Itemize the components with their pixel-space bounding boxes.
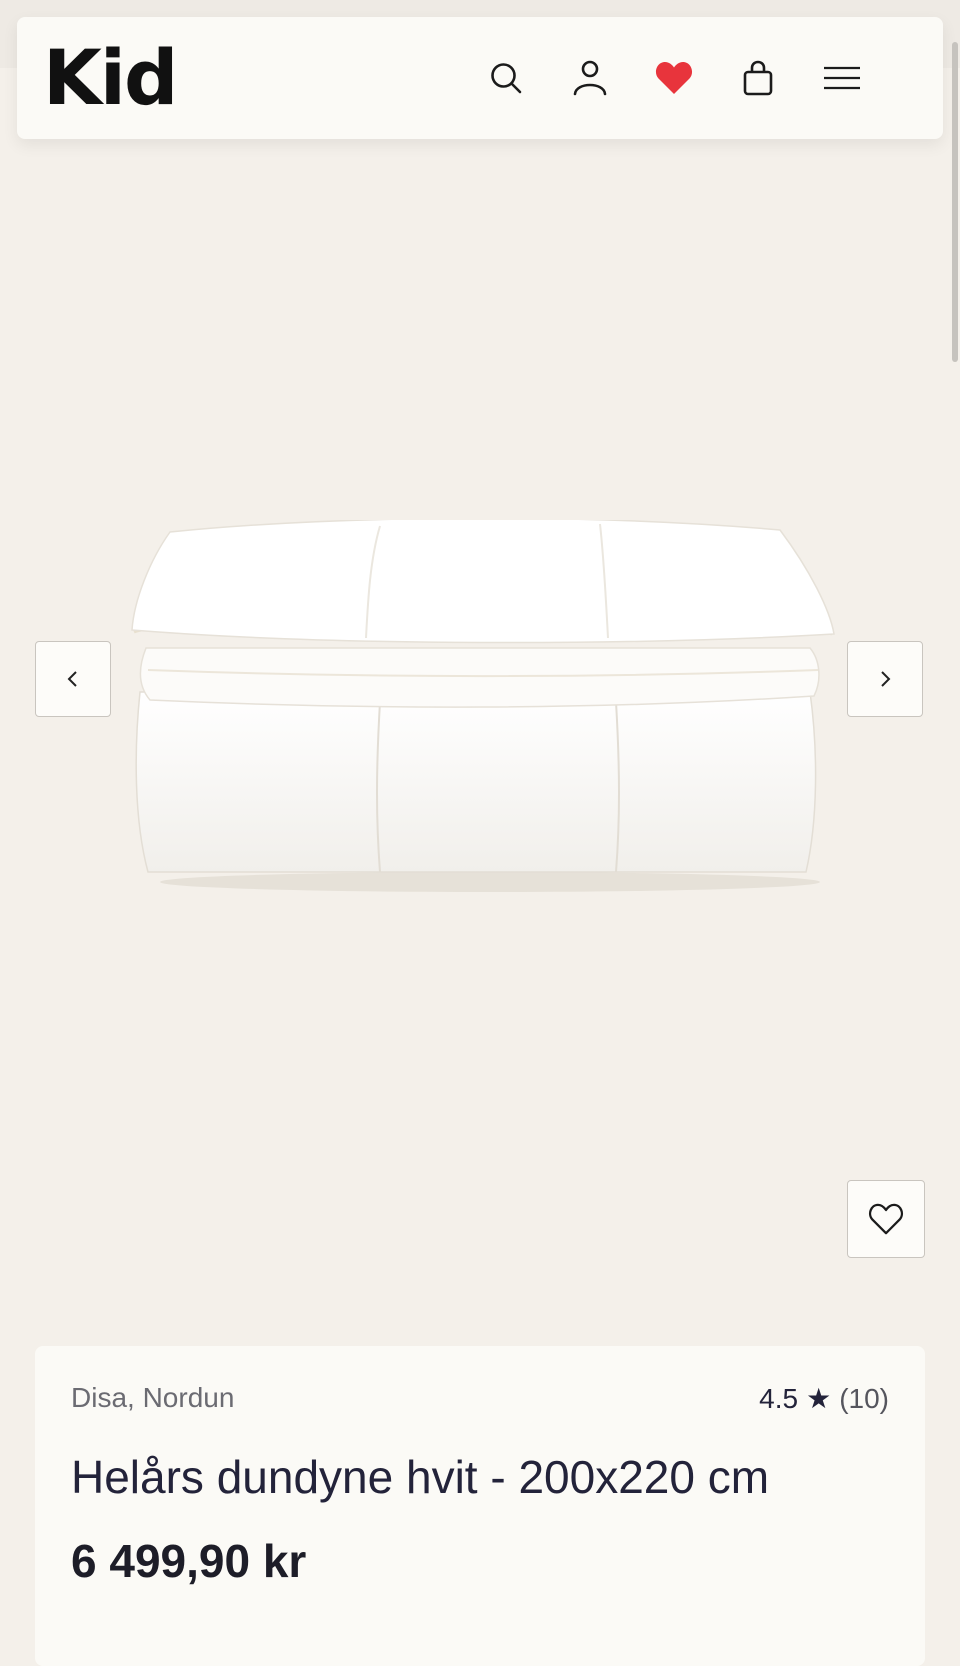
prev-image-button[interactable]: [35, 641, 111, 717]
menu-icon[interactable]: [821, 57, 863, 99]
product-title: Helårs dundyne hvit - 200x220 cm: [71, 1451, 770, 1503]
add-to-wishlist-button[interactable]: [847, 1180, 925, 1258]
heart-outline-icon: [869, 1203, 903, 1235]
rating-count: (10): [839, 1382, 889, 1414]
chevron-left-icon: [67, 671, 77, 687]
brand-link[interactable]: Disa, Nordun: [71, 1382, 234, 1414]
user-icon[interactable]: [569, 57, 611, 99]
chevron-right-icon: [881, 671, 891, 687]
product-rating[interactable]: 4.5 ★ (10): [759, 1382, 889, 1415]
next-image-button[interactable]: [847, 641, 923, 717]
rating-value: 4.5: [759, 1382, 799, 1414]
product-image: [131, 520, 835, 892]
search-icon[interactable]: [485, 57, 527, 99]
site-header: Kid: [17, 17, 943, 139]
product-info-card: Disa, Nordun 4.5 ★ (10) Helårs dundyne h…: [35, 1346, 925, 1666]
logo[interactable]: Kid: [43, 33, 178, 123]
bag-icon[interactable]: [737, 57, 779, 99]
heart-icon[interactable]: [653, 57, 695, 99]
star-icon: ★: [806, 1383, 832, 1414]
product-gallery: [0, 140, 960, 1280]
product-price: 6 499,90 kr: [71, 1535, 307, 1587]
